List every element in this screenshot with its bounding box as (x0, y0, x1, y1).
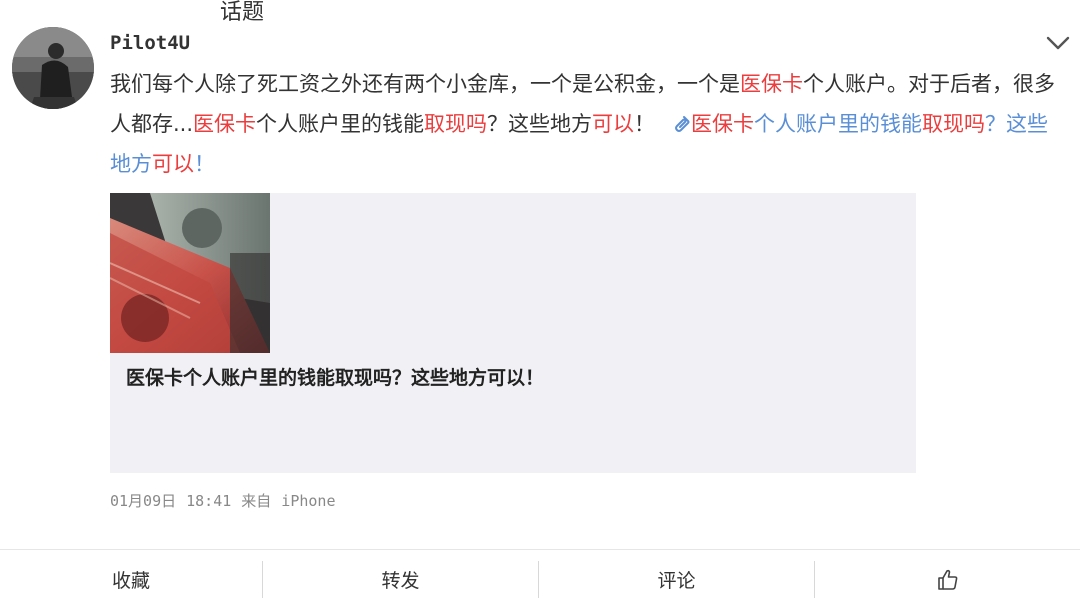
post-meta: 01月09日 18:41 来自 iPhone (110, 491, 345, 511)
source-prefix: 来自 (241, 492, 272, 510)
link-text-segment[interactable]: 取现吗 (922, 112, 985, 136)
thumbs-up-icon (937, 569, 957, 590)
link-text-segment[interactable]: 可以 (152, 152, 194, 176)
post-text-segment[interactable]: 医保卡 (740, 72, 803, 96)
repost-button[interactable]: 转发 (263, 550, 538, 609)
post-text-segment: ！ (634, 112, 656, 136)
topic-tag[interactable]: 话题 (220, 0, 264, 26)
post-date: 01月09日 (110, 492, 177, 510)
link-text-segment[interactable]: 医保卡 (691, 112, 754, 136)
post-text: 我们每个人除了死工资之外还有两个小金库，一个是公积金，一个是医保卡个人账户。对于… (110, 64, 1060, 184)
link-text-segment: 个人账户里的钱能 (754, 112, 923, 136)
post-source[interactable]: iPhone (281, 492, 335, 510)
favorite-button[interactable]: 收藏 (0, 550, 262, 609)
article-card[interactable]: 医保卡个人账户里的钱能取现吗？这些地方可以！ (110, 193, 916, 473)
article-card-title[interactable]: 医保卡个人账户里的钱能取现吗？这些地方可以！ (126, 365, 544, 391)
comment-label: 评论 (657, 570, 696, 592)
post-text-segment: 我们每个人除了死工资之外还有两个小金库，一个是公积金，一个是 (110, 72, 740, 96)
chevron-down-icon[interactable] (1043, 32, 1073, 54)
favorite-label: 收藏 (111, 570, 150, 592)
repost-label: 转发 (381, 570, 420, 592)
comment-button[interactable]: 评论 (539, 550, 814, 609)
post-time: 18:41 (186, 492, 232, 510)
post-text-segment[interactable]: 取现吗 (424, 112, 487, 136)
link-text-segment: ！ (194, 152, 215, 176)
post-text-segment[interactable]: 可以 (592, 112, 634, 136)
post-text-segment[interactable]: 医保卡 (193, 112, 256, 136)
article-thumbnail (110, 193, 270, 353)
post-text-segment: 个人账户里的钱能 (256, 112, 425, 136)
link-icon (675, 116, 690, 132)
like-button[interactable] (815, 550, 1080, 609)
action-bar: 收藏 转发 评论 (0, 549, 1080, 609)
username[interactable]: Pilot4U (110, 31, 190, 55)
avatar[interactable] (12, 27, 94, 109)
post-text-segment: ？这些地方 (487, 112, 593, 136)
